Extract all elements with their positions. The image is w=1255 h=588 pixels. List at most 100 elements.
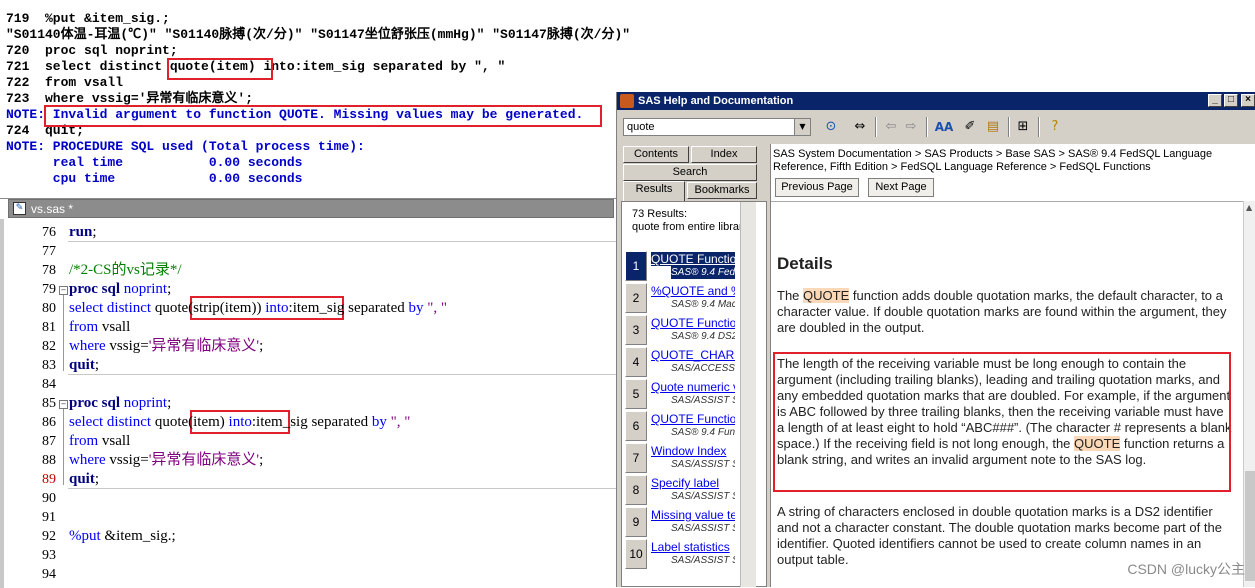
line-number: 88: [42, 453, 56, 468]
result-number: 4: [625, 347, 647, 377]
sas-log-window: 719 %put &item_sig.; "S01140体温-耳温(℃)" "S…: [0, 0, 630, 198]
sas-help-window[interactable]: SAS Help and Documentation _ □ × ▼ ⊙ ⇔ ⇦…: [616, 92, 1255, 588]
log-cpu-time: cpu time 0.00 seconds: [6, 171, 303, 186]
print-icon[interactable]: ▤: [983, 118, 1003, 136]
code-line[interactable]: quit;: [69, 470, 99, 489]
result-title-link[interactable]: Missing value text: [651, 508, 735, 522]
line-number: 80: [42, 301, 56, 316]
next-page-button[interactable]: Next Page: [868, 178, 934, 197]
back-icon[interactable]: ⇦: [881, 118, 901, 136]
code-line[interactable]: from vsall: [69, 432, 130, 451]
code-token: where: [69, 338, 106, 354]
result-item[interactable]: 9 Missing value textSAS/ASSIST Software: [625, 507, 741, 538]
line-number: 79: [42, 282, 56, 297]
result-title-link[interactable]: QUOTE Function: [651, 252, 735, 266]
maximize-button[interactable]: □: [1224, 94, 1238, 107]
tab-results[interactable]: Results: [623, 181, 685, 201]
minimize-button[interactable]: _: [1208, 94, 1222, 107]
breadcrumb[interactable]: SAS System Documentation > SAS Products …: [773, 148, 1253, 174]
highlighted-term: QUOTE: [803, 288, 850, 303]
program-editor-window[interactable]: ✎ vs.sas * 76 77 78 79 80 81 82 83 84 85 86 87 88 89 9…: [0, 198, 616, 588]
scroll-up-icon[interactable]: ▲: [1246, 203, 1252, 212]
result-item[interactable]: 7 Window IndexSAS/ASSIST Software: [625, 443, 741, 474]
results-scrollbar[interactable]: [740, 202, 756, 587]
line-number: 87: [42, 434, 56, 449]
forward-icon[interactable]: ⇨: [901, 118, 921, 136]
code-token: proc sql: [69, 281, 120, 297]
result-source: SAS/ASSIST Software: [671, 555, 735, 566]
result-item[interactable]: 6 QUOTE FunctionSAS® 9.4 Functions: [625, 411, 741, 442]
code-line[interactable]: where vssig='异常有临床意义';: [69, 451, 263, 470]
code-token: :item_sig separated: [251, 414, 372, 430]
help-search-combobox[interactable]: ▼: [623, 118, 811, 136]
previous-page-button[interactable]: Previous Page: [775, 178, 859, 197]
result-source: SAS® 9.4 FedSQL: [671, 266, 735, 279]
code-token: noprint: [119, 395, 168, 411]
log-line: 719 %put &item_sig.;: [6, 11, 170, 26]
code-line[interactable]: select distinct quote(item) into:item_si…: [69, 413, 410, 432]
result-title-link[interactable]: Quote numeric values: [651, 380, 735, 394]
tab-search[interactable]: Search: [623, 164, 757, 181]
sync-toc-icon[interactable]: ⇔: [850, 118, 870, 136]
tab-contents[interactable]: Contents: [623, 146, 689, 163]
tab-bookmarks[interactable]: Bookmarks: [687, 182, 757, 199]
code-line[interactable]: proc sql noprint;: [69, 280, 171, 299]
code-token: quote(item): [154, 414, 225, 430]
tab-index[interactable]: Index: [691, 146, 757, 163]
result-title-link[interactable]: Label statistics: [651, 540, 735, 554]
line-number: 93: [42, 548, 56, 563]
line-number: 92: [42, 529, 56, 544]
toolbar-separator: [926, 117, 928, 137]
result-item[interactable]: 4 QUOTE_CHAR= OptionSAS/ACCESS®: [625, 347, 741, 378]
close-button[interactable]: ×: [1241, 94, 1255, 107]
result-title-link[interactable]: Specify label: [651, 476, 735, 490]
code-line[interactable]: where vssig='异常有临床意义';: [69, 337, 263, 356]
font-size-icon[interactable]: AA: [934, 118, 954, 136]
result-item[interactable]: 8 Specify labelSAS/ASSIST Software: [625, 475, 741, 506]
result-title-link[interactable]: QUOTE Function: [651, 412, 735, 426]
code-line[interactable]: /*2-CS的vs记录*/: [69, 261, 182, 280]
help-title-bar[interactable]: SAS Help and Documentation _ □ ×: [617, 92, 1255, 110]
code-token: ", ": [423, 300, 448, 316]
code-line[interactable]: from vsall: [69, 318, 130, 337]
code-line[interactable]: quit;: [69, 356, 99, 375]
result-title-link[interactable]: %QUOTE and %NRQUOTE: [651, 284, 735, 298]
help-search-input[interactable]: [625, 119, 797, 134]
code-line[interactable]: proc sql noprint;: [69, 394, 171, 413]
toolbar-separator: [875, 117, 877, 137]
code-line[interactable]: %put &item_sig.;: [69, 527, 176, 546]
result-source: SAS/ACCESS®: [671, 363, 735, 374]
help-icon[interactable]: ?: [1045, 118, 1065, 136]
add-favorite-icon[interactable]: ⊞: [1013, 118, 1033, 136]
go-icon[interactable]: ⊙: [821, 118, 841, 136]
code-line[interactable]: select distinct quote(strip(item)) into:…: [69, 299, 447, 318]
fold-toggle-icon[interactable]: −: [59, 400, 68, 409]
document-scrollbar[interactable]: ▲: [1243, 201, 1255, 587]
result-item[interactable]: 1 QUOTE FunctionSAS® 9.4 FedSQL: [625, 251, 741, 282]
code-token: :item_sig separated: [288, 300, 409, 316]
line-number: 83: [42, 358, 56, 373]
line-number: 89: [42, 472, 56, 487]
code-token: by: [408, 300, 424, 316]
result-item[interactable]: 10 Label statisticsSAS/ASSIST Software: [625, 539, 741, 570]
result-title-link[interactable]: QUOTE Function: [651, 316, 735, 330]
result-number: 10: [625, 539, 647, 569]
code-token: select distinct: [69, 414, 155, 430]
result-source: SAS/ASSIST Software: [671, 491, 735, 502]
result-title-link[interactable]: Window Index: [651, 444, 735, 458]
line-number: 90: [42, 491, 56, 506]
code-token: by: [371, 414, 387, 430]
paragraph-text: A string of characters enclosed in doubl…: [777, 504, 1222, 567]
navigation-pane: Contents Index Search Results Bookmarks …: [621, 144, 767, 587]
scroll-thumb[interactable]: [1245, 471, 1255, 581]
result-item[interactable]: 2 %QUOTE and %NRQUOTESAS® 9.4 Macro: [625, 283, 741, 314]
result-item[interactable]: 3 QUOTE Function SAS® 9.4 DS2: [625, 315, 741, 346]
result-item[interactable]: 5 Quote numeric valuesSAS/ASSIST Software: [625, 379, 741, 410]
code-line[interactable]: run;: [69, 223, 97, 242]
editor-title-bar[interactable]: ✎ vs.sas *: [8, 199, 614, 218]
highlight-icon[interactable]: ✐: [960, 118, 980, 136]
result-title-link[interactable]: QUOTE_CHAR= Option: [651, 348, 735, 362]
chevron-down-icon[interactable]: ▼: [794, 119, 810, 135]
fold-toggle-icon[interactable]: −: [59, 286, 68, 295]
line-number: 85: [42, 396, 56, 411]
